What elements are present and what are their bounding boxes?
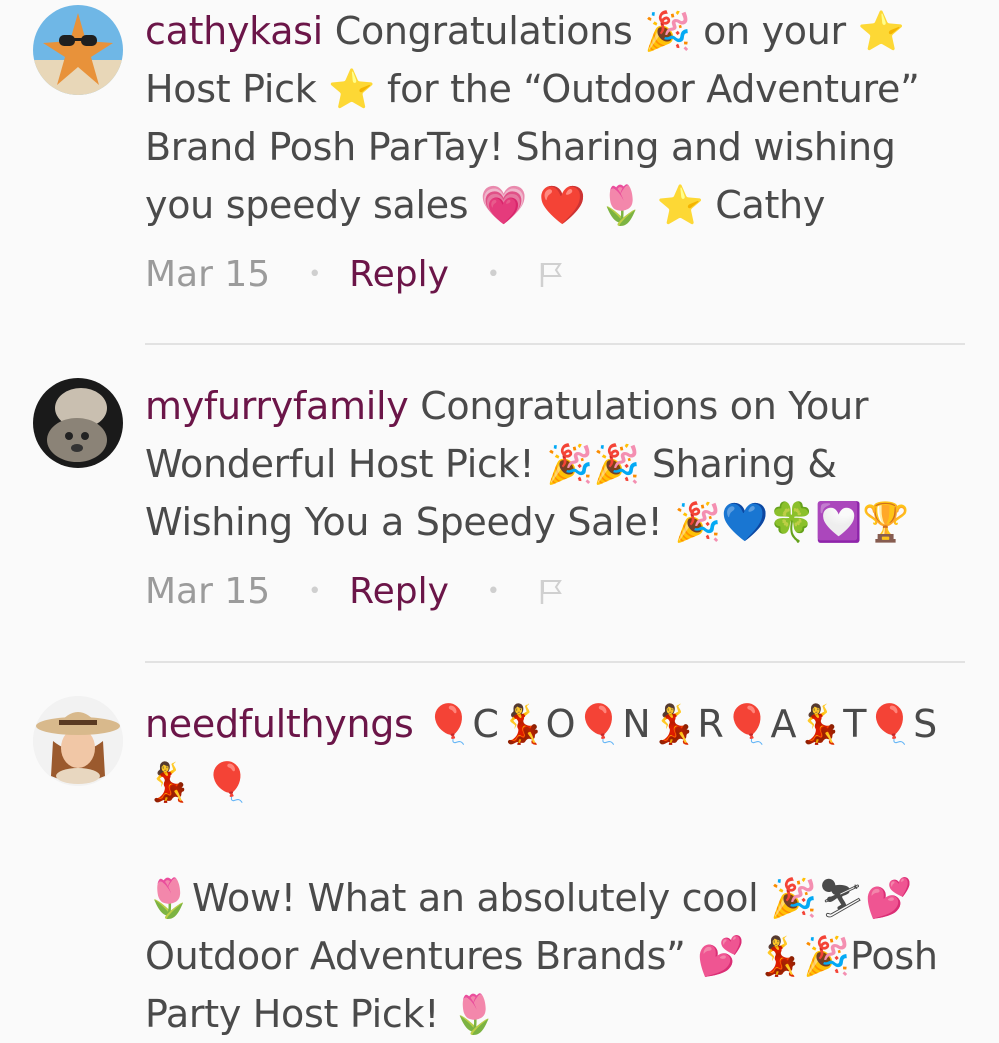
avatar[interactable] <box>33 5 123 95</box>
reply-button[interactable]: Reply <box>349 250 449 300</box>
comment-username[interactable]: cathykasi <box>145 9 323 53</box>
comment-date: Mar 15 <box>145 571 271 612</box>
comment-text-paragraph: 🌷Wow! What an absolutely cool 🎉⛷💕Outdoor… <box>145 876 938 1036</box>
comment-body: cathykasi Congratulations 🎉 on your ⭐ Ho… <box>145 2 965 234</box>
avatar[interactable] <box>33 378 123 468</box>
comment-body: myfurryfamily Congratulations on Your Wo… <box>145 377 965 551</box>
separator-dot: • <box>308 579 322 604</box>
divider <box>145 661 965 663</box>
flag-icon[interactable] <box>540 579 562 605</box>
separator-dot: • <box>308 262 322 287</box>
avatar[interactable] <box>33 696 123 786</box>
comment-meta: Mar 15 • Reply • <box>145 567 562 617</box>
comment-meta: Mar 15 • Reply • <box>145 250 562 300</box>
flag-icon[interactable] <box>540 262 562 288</box>
comment-username[interactable]: needfulthyngs <box>145 702 414 746</box>
comment-body: needfulthyngs 🎈C💃O🎈N💃R🎈A💃T🎈S💃 🎈 🌷Wow! Wh… <box>145 695 965 1043</box>
separator-dot: • <box>486 262 500 287</box>
divider <box>145 343 965 345</box>
dogs-photo-avatar-icon <box>33 378 123 468</box>
starfish-sunglasses-avatar-icon <box>33 5 123 95</box>
comment-username[interactable]: myfurryfamily <box>145 384 409 428</box>
separator-dot: • <box>486 579 500 604</box>
reply-button[interactable]: Reply <box>349 567 449 617</box>
comment-date: Mar 15 <box>145 254 271 295</box>
woman-sun-hat-avatar-icon <box>33 696 123 786</box>
